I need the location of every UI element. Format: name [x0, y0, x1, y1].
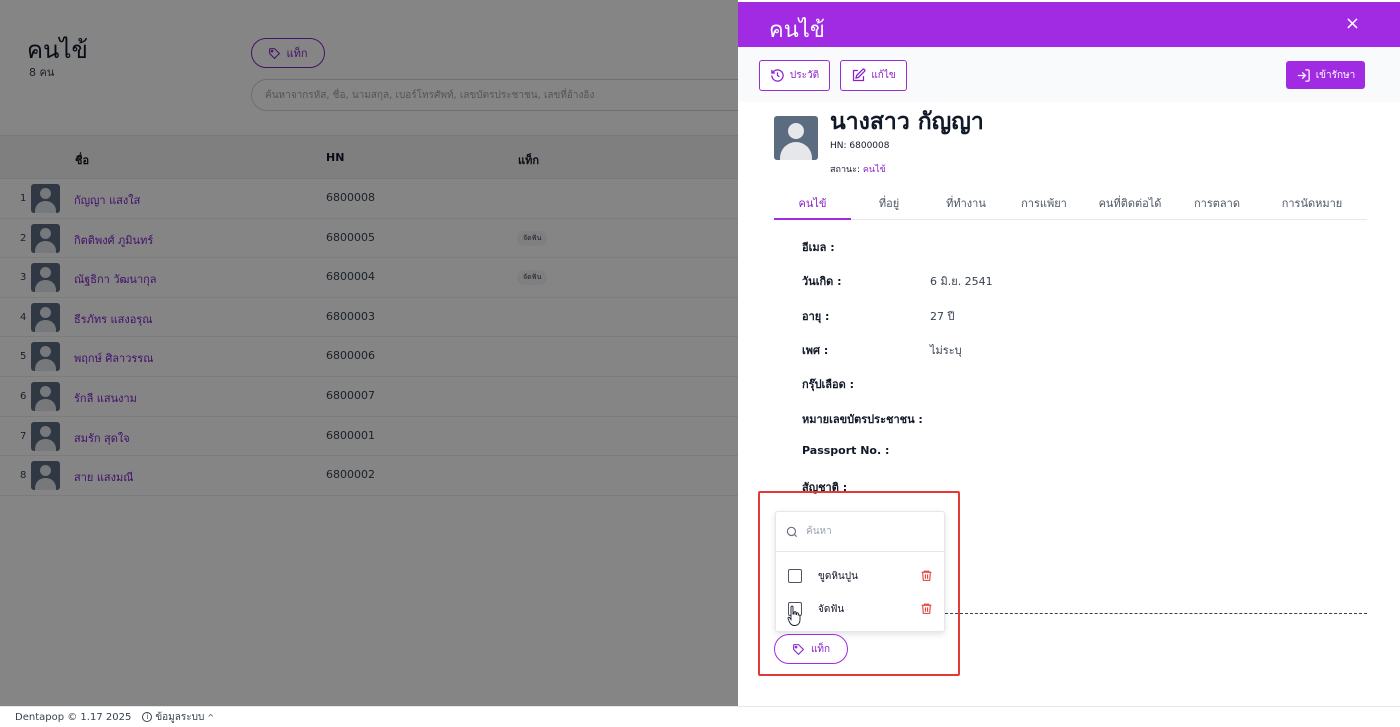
field-label: กรุ๊ปเลือด :: [802, 378, 855, 391]
footer: Dentapop © 1.17 2025 i ข้อมูลระบบ ^: [0, 706, 1400, 727]
tab-address[interactable]: ที่อยู่: [854, 194, 924, 212]
patient-drawer: คนไข้ × ประวัติ แก้ไข เข้ารักษา นางสาว ก…: [738, 0, 1400, 706]
drawer-header: คนไข้ ×: [738, 2, 1400, 47]
tab-workplace[interactable]: ที่ทำงาน: [927, 194, 1005, 212]
system-info-label: ข้อมูลระบบ: [155, 711, 205, 723]
field-label: Passport No. :: [802, 444, 890, 457]
start-treatment-button[interactable]: เข้ารักษา: [1286, 61, 1365, 89]
history-icon: [771, 69, 784, 82]
history-button[interactable]: ประวัติ: [759, 60, 830, 91]
caret-up-icon: ^: [207, 712, 215, 722]
tab-patient[interactable]: คนไข้: [774, 194, 851, 212]
start-treatment-label: เข้ารักษา: [1315, 69, 1356, 81]
highlight-box: [758, 491, 960, 676]
modal-backdrop[interactable]: [0, 0, 738, 706]
field-label: หมายเลขบัตรประชาชน :: [802, 413, 923, 426]
patient-avatar: [774, 116, 818, 160]
field-label: อายุ :: [802, 310, 830, 323]
patient-status: สถานะ: คนไข้: [830, 162, 886, 176]
active-tab-indicator: [774, 218, 851, 220]
patient-hn: HN: 6800008: [830, 141, 890, 151]
system-info-link[interactable]: i ข้อมูลระบบ ^: [142, 710, 214, 725]
enter-icon: [1297, 68, 1310, 82]
tab-drug-allergy[interactable]: การแพ้ยา: [1008, 194, 1080, 212]
drawer-toolbar: ประวัติ แก้ไข เข้ารักษา: [738, 47, 1400, 102]
footer-brand: Dentapop © 1.17 2025: [15, 711, 132, 723]
status-value: คนไข้: [862, 165, 886, 175]
status-label: สถานะ:: [830, 165, 861, 175]
tab-marketing[interactable]: การตลาด: [1185, 194, 1249, 212]
edit-icon: [853, 68, 866, 82]
history-label: ประวัติ: [789, 70, 820, 81]
edit-label: แก้ไข: [871, 70, 896, 81]
patient-tabs: คนไข้ ที่อยู่ ที่ทำงาน การแพ้ยา คนที่ติด…: [774, 184, 1367, 220]
field-value: 27 ปี: [930, 310, 955, 323]
edit-button[interactable]: แก้ไข: [840, 60, 907, 91]
field-label: เพศ :: [802, 344, 829, 357]
field-label: วันเกิด :: [802, 275, 842, 288]
field-value: 6 มิ.ย. 2541: [930, 275, 993, 288]
drawer-title: คนไข้: [769, 18, 825, 43]
divider: [945, 613, 1367, 614]
patient-name: นางสาว กัญญา: [830, 109, 984, 135]
close-icon[interactable]: ×: [1345, 15, 1360, 33]
field-value: ไม่ระบุ: [930, 344, 962, 357]
field-label: อีเมล :: [802, 241, 835, 254]
info-icon: i: [142, 712, 153, 722]
tab-appointments[interactable]: การนัดหมาย: [1260, 194, 1364, 212]
tab-contacts[interactable]: คนที่ติดต่อได้: [1082, 194, 1178, 212]
